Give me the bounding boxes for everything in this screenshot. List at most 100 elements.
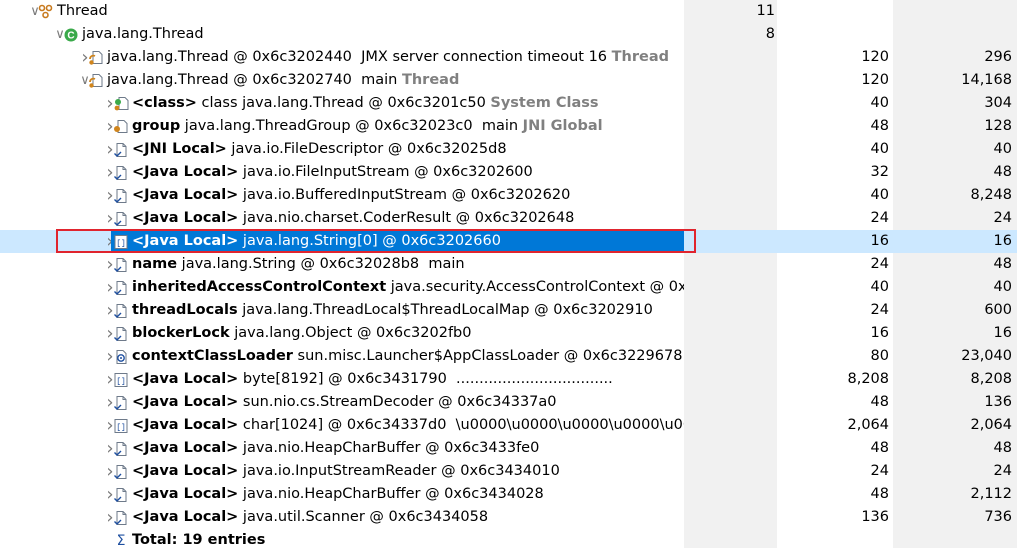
- retained-heap-value: 128: [984, 118, 1012, 134]
- shallow-heap-value: 8,208: [847, 371, 889, 387]
- tree-row[interactable]: › <Java Local> sun.nio.cs.StreamDecoder @…: [0, 391, 1017, 414]
- row-label-field: threadLocals: [132, 302, 238, 318]
- retained-heap-value: 16: [993, 325, 1012, 341]
- row-label: inheritedAccessControlContext java.secur…: [132, 276, 684, 299]
- retained-heap-value: 296: [984, 49, 1012, 65]
- retained-heap-value: 40: [993, 279, 1012, 295]
- total-row: Σ Total: 19 entries: [0, 529, 1017, 552]
- tree-row[interactable]: › <Java Local> java.nio.HeapCharBuffer @ …: [0, 483, 1017, 506]
- tree-row[interactable]: › inheritedAccessControlContext java.secu…: [0, 276, 1017, 299]
- svg-text:C: C: [67, 31, 74, 42]
- tree-row[interactable]: › <Java Local> java.io.BufferedInputStrea…: [0, 184, 1017, 207]
- row-label-cell: <Java Local> java.io.InputStreamReader @…: [111, 460, 684, 483]
- row-label-text: sun.misc.Launcher$AppClassLoader @ 0x6c3…: [292, 348, 683, 364]
- object-icon: [113, 257, 129, 273]
- tree-row[interactable]: › <Java Local> java.util.Scanner @ 0x6c34…: [0, 506, 1017, 529]
- row-label: name java.lang.String @ 0x6c32028b8 main: [132, 253, 465, 276]
- shallow-heap-value: 16: [870, 233, 889, 249]
- group-icon: [38, 4, 54, 20]
- object-icon: [113, 326, 129, 342]
- row-label: <Java Local> java.nio.HeapCharBuffer @ 0…: [132, 437, 539, 460]
- row-label-cell: threadLocals java.lang.ThreadLocal$Threa…: [111, 299, 684, 322]
- row-label-field: <Java Local>: [132, 440, 239, 456]
- row-label-text: java.nio.HeapCharBuffer @ 0x6c3434028: [238, 486, 544, 502]
- tree-row[interactable]: › name java.lang.String @ 0x6c32028b8 mai…: [0, 253, 1017, 276]
- tree-row[interactable]: › blockerLock java.lang.Object @ 0x6c3202…: [0, 322, 1017, 345]
- retained-heap-value: 23,040: [961, 348, 1012, 364]
- row-label-text: char[1024] @ 0x6c34337d0 \u0000\u0000\u0…: [238, 417, 684, 433]
- tree-row[interactable]: ∨ Cjava.lang.Thread 8: [0, 23, 1017, 46]
- row-label: <Java Local> java.util.Scanner @ 0x6c343…: [132, 506, 488, 529]
- retained-heap-value: 2,112: [970, 486, 1012, 502]
- row-label-field: <Java Local>: [132, 463, 239, 479]
- tree-row[interactable]: › <Java Local> java.nio.charset.CoderResu…: [0, 207, 1017, 230]
- tree-row[interactable]: › java.lang.Thread @ 0x6c3202440 JMX serv…: [0, 46, 1017, 69]
- row-label-cell: group java.lang.ThreadGroup @ 0x6c32023c…: [111, 115, 684, 138]
- row-label: java.lang.Thread: [82, 23, 204, 46]
- shallow-heap-value: 24: [870, 463, 889, 479]
- tree-row[interactable]: › threadLocals java.lang.ThreadLocal$Thre…: [0, 299, 1017, 322]
- row-label: <Java Local> char[1024] @ 0x6c34337d0 \u…: [132, 414, 684, 437]
- retained-heap-value: 2,064: [970, 417, 1012, 433]
- tree-row[interactable]: › <class> class java.lang.Thread @ 0x6c32…: [0, 92, 1017, 115]
- row-label-text: java.lang.String @ 0x6c32028b8 main: [177, 256, 465, 272]
- retained-heap-value: 8,248: [970, 187, 1012, 203]
- row-label: Thread: [57, 0, 108, 23]
- row-label-text: java.nio.charset.CoderResult @ 0x6c32026…: [238, 210, 575, 226]
- tree-row[interactable]: › contextClassLoader sun.misc.Launcher$Ap…: [0, 345, 1017, 368]
- row-label-text: java.lang.Object @ 0x6c3202fb0: [229, 325, 472, 341]
- tree-row[interactable]: ∨ java.lang.Thread @ 0x6c3202740 main Thr…: [0, 69, 1017, 92]
- object-icon: [113, 188, 129, 204]
- objects-count: 11: [756, 3, 775, 19]
- object-tree[interactable]: ∨ Thread 11 ∨ Cjava.lang.Thread 8 › java.lang.T…: [0, 0, 1017, 552]
- row-label: <Java Local> java.nio.HeapCharBuffer @ 0…: [132, 483, 544, 506]
- tree-row[interactable]: ›[] <Java Local> char[1024] @ 0x6c34337d0…: [0, 414, 1017, 437]
- row-label-cell: <Java Local> java.io.BufferedInputStream…: [111, 184, 684, 207]
- class-reference-icon: [113, 96, 129, 112]
- row-label-cell: inheritedAccessControlContext java.secur…: [111, 276, 684, 299]
- object-icon: [113, 441, 129, 457]
- row-label: java.lang.Thread @ 0x6c3202740 main Thre…: [107, 69, 459, 92]
- row-label-text: byte[8192] @ 0x6c3431790 ...............…: [238, 371, 613, 387]
- row-label: <Java Local> java.io.BufferedInputStream…: [132, 184, 570, 207]
- row-label-text: java.lang.Thread: [82, 26, 204, 42]
- retained-heap-value: 48: [993, 256, 1012, 272]
- shallow-heap-value: 24: [870, 210, 889, 226]
- retained-heap-value: 8,208: [970, 371, 1012, 387]
- row-label: <Java Local> java.io.InputStreamReader @…: [132, 460, 560, 483]
- tree-row[interactable]: ∨ Thread 11: [0, 0, 1017, 23]
- shallow-heap-value: 120: [861, 49, 889, 65]
- row-label-field: Total: 19 entries: [132, 532, 266, 548]
- shallow-heap-value: 32: [870, 164, 889, 180]
- row-type-label: JNI Global: [522, 118, 603, 134]
- retained-heap-value: 24: [993, 463, 1012, 479]
- object-reference-icon: [113, 119, 129, 135]
- row-label-field: <Java Local>: [132, 371, 239, 387]
- retained-heap-value: 40: [993, 141, 1012, 157]
- shallow-heap-value: 80: [870, 348, 889, 364]
- row-label-text: java.nio.HeapCharBuffer @ 0x6c3433fe0: [238, 440, 540, 456]
- tree-row[interactable]: ›[] <Java Local> byte[8192] @ 0x6c3431790…: [0, 368, 1017, 391]
- row-label-cell: Thread: [36, 0, 684, 23]
- thread-object-icon: [88, 73, 104, 89]
- tree-row[interactable]: › group java.lang.ThreadGroup @ 0x6c32023…: [0, 115, 1017, 138]
- row-label-field: <class>: [132, 95, 197, 111]
- row-label: <JNI Local> java.io.FileDescriptor @ 0x6…: [132, 138, 507, 161]
- retained-heap-value: 48: [993, 164, 1012, 180]
- row-label-text: java.security.AccessControlContext @ 0x6…: [390, 279, 684, 295]
- object-icon: [113, 165, 129, 181]
- row-label-cell: java.lang.Thread @ 0x6c3202740 main Thre…: [86, 69, 684, 92]
- tree-row[interactable]: › <JNI Local> java.io.FileDescriptor @ 0x…: [0, 138, 1017, 161]
- row-label-text: Thread: [57, 3, 108, 19]
- row-label-cell: <JNI Local> java.io.FileDescriptor @ 0x6…: [111, 138, 684, 161]
- row-label-field: blockerLock: [132, 325, 230, 341]
- retained-heap-value: 24: [993, 210, 1012, 226]
- row-label-cell: <Java Local> java.nio.HeapCharBuffer @ 0…: [111, 437, 684, 460]
- row-label-text: java.io.BufferedInputStream @ 0x6c320262…: [238, 187, 571, 203]
- object-icon: [113, 211, 129, 227]
- tree-row[interactable]: › <Java Local> java.io.InputStreamReader …: [0, 460, 1017, 483]
- tree-row[interactable]: › <Java Local> java.nio.HeapCharBuffer @ …: [0, 437, 1017, 460]
- row-type-label: Thread: [611, 49, 670, 65]
- row-label-cell: [] <Java Local> byte[8192] @ 0x6c3431790 …: [111, 368, 684, 391]
- tree-row[interactable]: › <Java Local> java.io.FileInputStream @ …: [0, 161, 1017, 184]
